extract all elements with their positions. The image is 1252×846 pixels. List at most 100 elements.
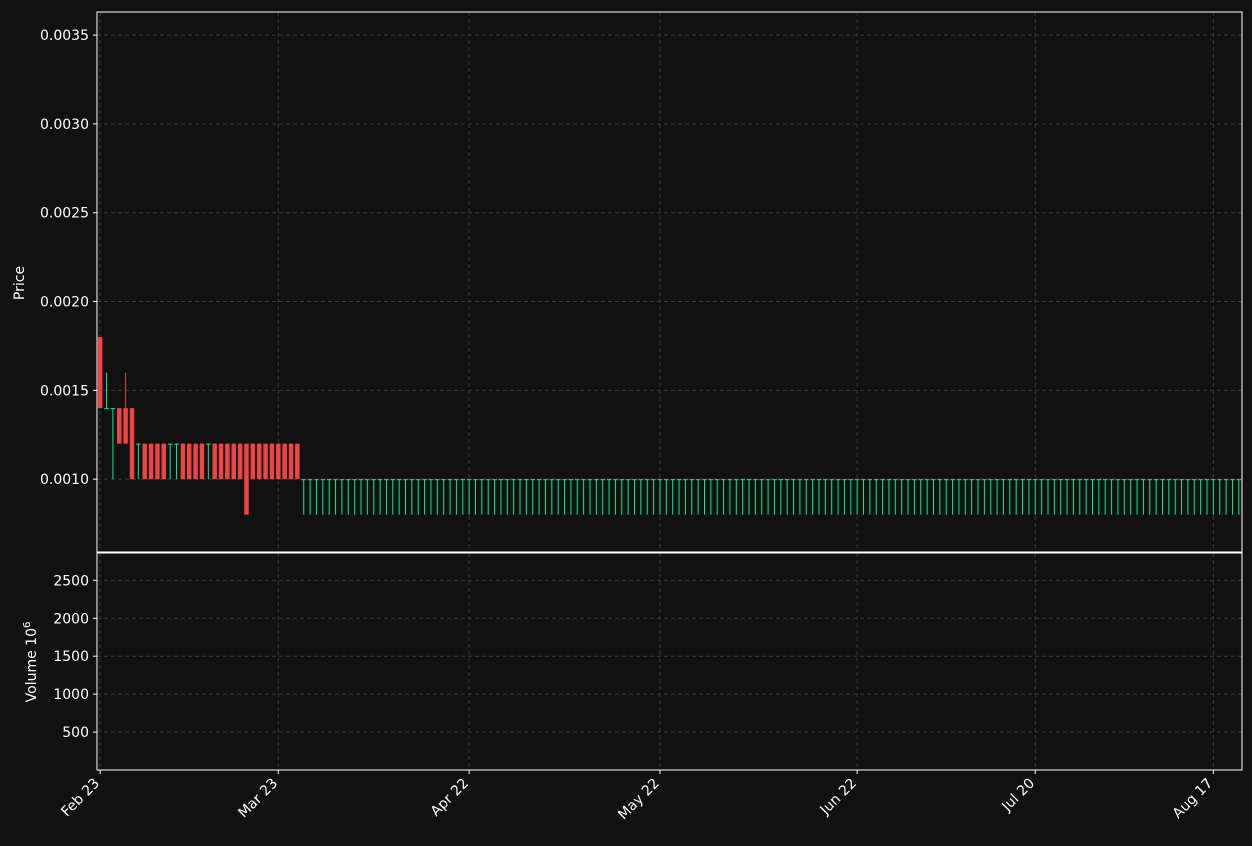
candle-body xyxy=(689,479,694,481)
candle-body xyxy=(1217,479,1222,481)
candle-body xyxy=(625,479,631,481)
candle-body xyxy=(1039,479,1044,481)
candle-body xyxy=(969,479,974,481)
candle-body xyxy=(772,479,777,481)
price-y-tick-label: 0.0025 xyxy=(40,206,89,222)
candle-body xyxy=(301,479,306,481)
candle-body xyxy=(256,443,262,480)
candle-body xyxy=(485,479,491,481)
candle-body xyxy=(174,443,179,445)
candle-body xyxy=(346,479,351,481)
candle-body xyxy=(759,479,764,481)
candle-body xyxy=(740,479,745,481)
candle-body xyxy=(352,479,357,481)
candle-body xyxy=(613,479,618,481)
candle-body xyxy=(619,479,625,481)
volume-y-tick-label: 1500 xyxy=(53,649,89,665)
candle-body xyxy=(848,479,854,481)
candle-body xyxy=(829,479,834,481)
candle-body xyxy=(1007,479,1013,481)
candle-body xyxy=(600,479,605,481)
candle-body xyxy=(422,479,427,481)
candle-body xyxy=(657,479,663,481)
candle-body xyxy=(594,479,599,481)
candle-body xyxy=(1230,479,1235,481)
candle-body xyxy=(225,443,230,480)
candle-body xyxy=(810,479,815,481)
candle-body xyxy=(447,479,453,481)
candle-body xyxy=(784,479,790,481)
candle-body xyxy=(1198,479,1203,481)
candle-body xyxy=(199,443,205,480)
candle-body xyxy=(721,479,726,481)
candle-body xyxy=(543,479,548,481)
candle-body xyxy=(129,408,135,480)
candle-body xyxy=(695,479,701,481)
candle-body xyxy=(823,479,828,481)
candle-body xyxy=(435,479,440,481)
candle-body xyxy=(288,443,294,480)
candle-body xyxy=(396,479,402,481)
candle-body xyxy=(218,443,224,480)
candle-body xyxy=(479,479,485,481)
candle-body xyxy=(466,479,472,481)
candle-body xyxy=(1109,479,1114,481)
candle-body xyxy=(1077,479,1083,481)
candle-body xyxy=(1192,479,1197,481)
candle-body xyxy=(416,479,421,481)
candle-body xyxy=(1122,479,1127,481)
candle-body xyxy=(956,479,962,481)
candle-body xyxy=(269,443,275,480)
candle-body xyxy=(263,443,268,480)
candle-body xyxy=(1103,479,1108,481)
candle-body xyxy=(1071,479,1076,481)
candle-body xyxy=(1211,479,1216,481)
volume-axis-label-exponent: 6 xyxy=(22,622,33,628)
candle-body xyxy=(1045,479,1051,481)
candle-body xyxy=(632,479,637,481)
price-y-tick-label: 0.0035 xyxy=(40,28,89,44)
candle-body xyxy=(714,479,720,481)
candle-body xyxy=(664,479,669,481)
candle-body xyxy=(1204,479,1210,481)
candle-body xyxy=(212,443,217,480)
candle-body xyxy=(905,479,911,481)
candle-body xyxy=(778,479,784,481)
candle-body xyxy=(1166,479,1172,481)
candle-body xyxy=(963,479,968,481)
candle-body xyxy=(575,479,580,481)
candle-body xyxy=(237,443,243,480)
candle-body xyxy=(371,479,376,481)
candle-body xyxy=(867,479,873,481)
candle-body xyxy=(746,479,752,481)
candle-body xyxy=(244,443,249,515)
candle-body xyxy=(606,479,612,481)
candle-body xyxy=(377,479,383,481)
volume-axis-label-text: Volume 10 xyxy=(24,628,40,702)
candle-body xyxy=(975,479,981,481)
candle-body xyxy=(708,479,714,481)
candle-body xyxy=(384,479,389,481)
candle-body xyxy=(893,479,898,481)
candle-body xyxy=(104,408,109,410)
candle-body xyxy=(1172,479,1178,481)
candle-body xyxy=(1160,479,1165,481)
candle-body xyxy=(117,408,122,444)
candle-body xyxy=(123,408,128,444)
candle-body xyxy=(1141,479,1146,481)
candle-body xyxy=(110,408,116,410)
candle-body xyxy=(1026,479,1032,481)
chart-background xyxy=(0,0,1252,842)
candle-body xyxy=(842,479,847,481)
candle-body xyxy=(651,479,656,481)
candle-body xyxy=(339,479,345,481)
candle-body xyxy=(1013,479,1019,481)
candle-body xyxy=(536,479,542,481)
candle-body xyxy=(326,479,332,481)
volume-y-tick-label: 2500 xyxy=(53,573,89,589)
volume-y-tick-label: 2000 xyxy=(53,611,89,627)
candle-body xyxy=(295,443,300,480)
candle-body xyxy=(454,479,459,481)
candle-body xyxy=(282,443,287,480)
price-y-tick-label: 0.0030 xyxy=(40,117,89,133)
